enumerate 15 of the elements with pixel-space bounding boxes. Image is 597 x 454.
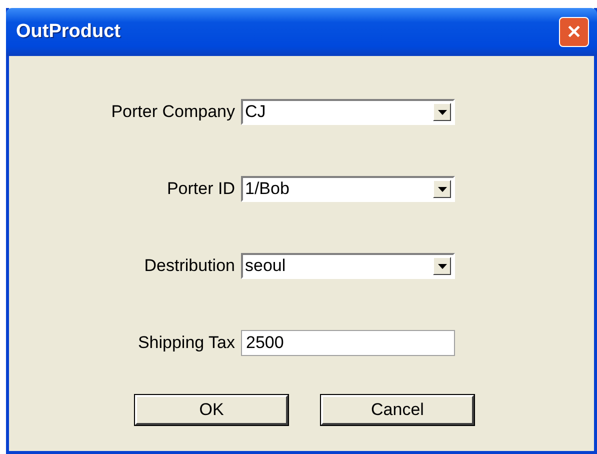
caret-icon[interactable] — [433, 257, 451, 275]
field-label: Porter Company — [110, 102, 236, 122]
close-button[interactable]: ✕ — [559, 17, 589, 47]
field-label: Porter ID — [166, 179, 236, 199]
caret-icon[interactable] — [433, 180, 451, 198]
dialog-button[interactable]: OK — [135, 395, 288, 425]
dropdown[interactable]: seoul — [241, 253, 455, 279]
dropdown[interactable]: 1/Bob — [241, 176, 455, 202]
window-title: OutProduct — [16, 21, 120, 43]
input-field[interactable]: 2500 — [241, 330, 455, 356]
dropdown[interactable]: CJ — [241, 99, 455, 125]
field-label: Shipping Tax — [136, 333, 236, 353]
caret-icon[interactable] — [433, 103, 451, 121]
field-label: Destribution — [143, 256, 236, 276]
dialog-button[interactable]: Cancel — [321, 395, 474, 425]
